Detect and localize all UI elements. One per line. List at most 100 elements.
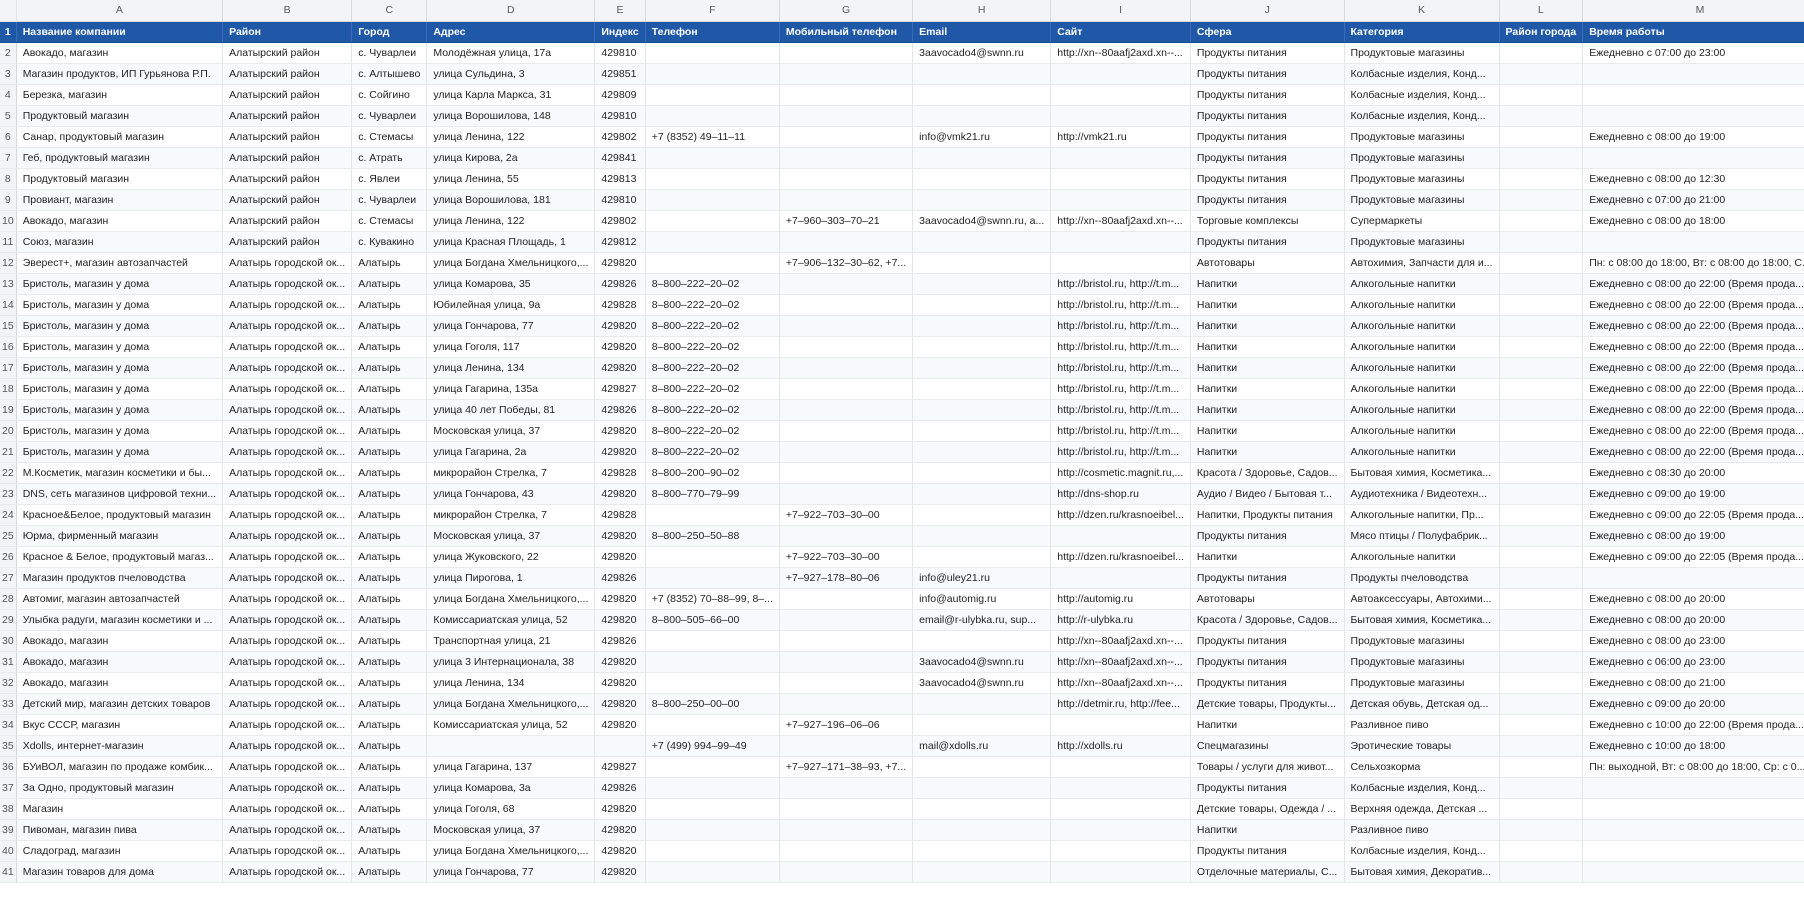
table-cell[interactable]: Отделочные материалы, С... <box>1190 861 1345 883</box>
table-cell[interactable] <box>779 63 914 85</box>
table-cell[interactable]: Разливное пиво <box>1344 819 1500 841</box>
table-cell[interactable] <box>1499 609 1584 631</box>
row-number[interactable]: 10 <box>0 210 17 232</box>
table-cell[interactable] <box>912 357 1052 379</box>
table-cell[interactable] <box>779 378 914 400</box>
table-cell[interactable]: Магазин продуктов, ИП Гурьянова Р.П. <box>16 63 224 85</box>
table-cell[interactable]: mail@xdolls.ru <box>912 735 1052 757</box>
table-cell[interactable] <box>779 84 914 106</box>
table-cell[interactable]: Продуктовые магазины <box>1344 168 1500 190</box>
row-number[interactable]: 12 <box>0 252 17 274</box>
table-cell[interactable]: Вкус СССР, магазин <box>16 714 224 736</box>
table-cell[interactable]: Бристоль, магазин у дома <box>16 273 224 295</box>
table-cell[interactable]: Союз, магазин <box>16 231 224 253</box>
table-cell[interactable]: http://xn--80aafj2axd.xn--... <box>1050 651 1191 673</box>
table-cell[interactable]: http://xn--80aafj2axd.xn--... <box>1050 42 1191 64</box>
table-cell[interactable] <box>912 504 1052 526</box>
table-cell[interactable]: с. Стемасы <box>351 126 428 148</box>
table-cell[interactable]: Ежедневно с 08:00 до 22:00 (Время прода.… <box>1582 420 1804 442</box>
column-header-a[interactable]: A <box>16 0 224 22</box>
table-cell[interactable] <box>1499 777 1584 799</box>
table-cell[interactable] <box>1499 168 1584 190</box>
table-cell[interactable]: Алатырь городской ок... <box>222 315 353 337</box>
table-cell[interactable] <box>1499 336 1584 358</box>
table-cell[interactable]: 429828 <box>594 294 646 316</box>
table-cell[interactable]: Ежедневно с 08:00 до 22:00 (Время прода.… <box>1582 441 1804 463</box>
table-cell[interactable] <box>645 714 780 736</box>
table-cell[interactable] <box>645 861 780 883</box>
table-cell[interactable]: Алатырь <box>351 483 428 505</box>
table-cell[interactable]: 429820 <box>594 336 646 358</box>
table-cell[interactable]: Ежедневно с 08:00 до 22:00 (Время прода.… <box>1582 399 1804 421</box>
table-cell[interactable]: Автомиг, магазин автозапчастей <box>16 588 224 610</box>
table-cell[interactable] <box>1050 714 1191 736</box>
table-cell[interactable]: 3aavocado4@swnn.ru <box>912 672 1052 694</box>
table-cell[interactable]: улица Ленина, 55 <box>426 168 596 190</box>
table-cell[interactable]: Автотовары <box>1190 588 1345 610</box>
column-header-g[interactable]: G <box>779 0 914 22</box>
column-title[interactable]: Мобильный телефон <box>779 21 914 43</box>
column-title[interactable]: Время работы <box>1582 21 1804 43</box>
table-cell[interactable]: Детский мир, магазин детских товаров <box>16 693 224 715</box>
table-cell[interactable]: Алкогольные напитки, Пр... <box>1344 504 1500 526</box>
table-cell[interactable] <box>1499 252 1584 274</box>
table-cell[interactable] <box>912 861 1052 883</box>
table-cell[interactable]: Автотовары <box>1190 252 1345 274</box>
table-cell[interactable]: Алатырь <box>351 378 428 400</box>
table-cell[interactable]: 429820 <box>594 714 646 736</box>
column-title[interactable]: Email <box>912 21 1052 43</box>
table-cell[interactable]: улица Карла Маркса, 31 <box>426 84 596 106</box>
table-cell[interactable] <box>1050 168 1191 190</box>
table-cell[interactable]: Алатырский район <box>222 210 353 232</box>
table-cell[interactable]: Алатырь городской ок... <box>222 588 353 610</box>
table-cell[interactable]: 8–800–222–20–02 <box>645 441 780 463</box>
table-cell[interactable]: За Одно, продуктовый магазин <box>16 777 224 799</box>
table-cell[interactable]: Алатырь городской ок... <box>222 378 353 400</box>
table-cell[interactable]: Продукты питания <box>1190 105 1345 127</box>
table-cell[interactable]: Сладоград, магазин <box>16 840 224 862</box>
table-cell[interactable]: Алкогольные напитки <box>1344 336 1500 358</box>
table-cell[interactable]: http://bristol.ru, http://t.m... <box>1050 336 1191 358</box>
table-cell[interactable]: 8–800–222–20–02 <box>645 294 780 316</box>
table-cell[interactable]: Ежедневно с 09:00 до 22:05 (Время прода.… <box>1582 546 1804 568</box>
table-cell[interactable] <box>779 399 914 421</box>
table-cell[interactable]: Алатырь <box>351 651 428 673</box>
table-cell[interactable] <box>645 546 780 568</box>
table-cell[interactable]: Бытовая химия, Косметика... <box>1344 462 1500 484</box>
table-cell[interactable] <box>1499 861 1584 883</box>
table-cell[interactable]: 429827 <box>594 378 646 400</box>
table-cell[interactable]: Транспортная улица, 21 <box>426 630 596 652</box>
table-cell[interactable]: 429826 <box>594 273 646 295</box>
table-cell[interactable]: http://dns-shop.ru <box>1050 483 1191 505</box>
column-header-j[interactable]: J <box>1190 0 1345 22</box>
table-cell[interactable]: Магазин продуктов пчеловодства <box>16 567 224 589</box>
table-cell[interactable]: Санар, продуктовый магазин <box>16 126 224 148</box>
table-cell[interactable]: Алатырь <box>351 735 428 757</box>
table-cell[interactable]: с. Чуварлеи <box>351 42 428 64</box>
table-cell[interactable] <box>1499 714 1584 736</box>
table-cell[interactable] <box>912 525 1052 547</box>
table-cell[interactable] <box>1499 504 1584 526</box>
table-cell[interactable]: улица Ленина, 134 <box>426 672 596 694</box>
table-cell[interactable]: Авокадо, магазин <box>16 672 224 694</box>
table-cell[interactable]: улица 3 Интернационала, 38 <box>426 651 596 673</box>
table-cell[interactable]: Напитки <box>1190 399 1345 421</box>
table-cell[interactable]: 3aavocado4@swnn.ru <box>912 42 1052 64</box>
table-cell[interactable]: с. Кувакино <box>351 231 428 253</box>
table-cell[interactable]: http://dzen.ru/krasnoeibel... <box>1050 504 1191 526</box>
table-cell[interactable] <box>1582 63 1804 85</box>
row-number[interactable]: 15 <box>0 315 17 337</box>
table-cell[interactable]: Ежедневно с 08:00 до 20:00 <box>1582 609 1804 631</box>
table-cell[interactable] <box>1499 588 1584 610</box>
table-cell[interactable] <box>1499 798 1584 820</box>
table-cell[interactable]: Бристоль, магазин у дома <box>16 378 224 400</box>
table-cell[interactable]: Продукты питания <box>1190 840 1345 862</box>
table-cell[interactable]: Алатырь <box>351 840 428 862</box>
table-cell[interactable]: Сельхозкорма <box>1344 756 1500 778</box>
table-cell[interactable]: Разливное пиво <box>1344 714 1500 736</box>
table-cell[interactable]: Аудио / Видео / Бытовая т... <box>1190 483 1345 505</box>
table-cell[interactable]: с. Стемасы <box>351 210 428 232</box>
table-cell[interactable]: Алатырь <box>351 609 428 631</box>
table-cell[interactable]: Алатырь городской ок... <box>222 756 353 778</box>
table-cell[interactable]: Ежедневно с 08:00 до 18:00 <box>1582 210 1804 232</box>
